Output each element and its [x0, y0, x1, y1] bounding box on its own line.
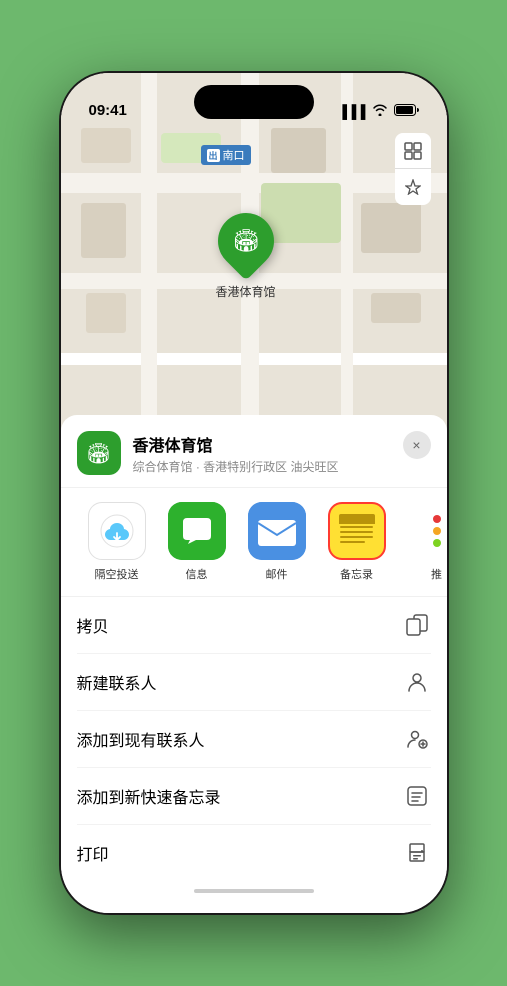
sheet-title-block: 香港体育馆 综合体育馆 · 香港特别行政区 油尖旺区 [133, 432, 431, 475]
action-list: 拷贝 新建联系人 [61, 597, 447, 881]
action-copy[interactable]: 拷贝 [77, 597, 431, 654]
phone-screen: 09:41 ▐▐▐ [61, 73, 447, 913]
status-icons: ▐▐▐ [338, 104, 419, 119]
action-add-existing[interactable]: 添加到现有联系人 [77, 711, 431, 768]
more-label: 推 [431, 566, 442, 582]
status-time: 09:41 [89, 102, 127, 119]
phone-frame: 09:41 ▐▐▐ [59, 71, 449, 915]
battery-icon [394, 104, 419, 119]
stadium-icon: 🏟 [232, 228, 260, 254]
print-label: 打印 [77, 841, 109, 865]
copy-icon [403, 611, 431, 639]
location-button[interactable] [395, 169, 431, 205]
sheet-close-button[interactable]: × [403, 431, 431, 459]
sheet-header: 🏟 香港体育馆 综合体育馆 · 香港特别行政区 油尖旺区 × [61, 415, 447, 488]
notes-icon [328, 502, 386, 560]
action-new-contact[interactable]: 新建联系人 [77, 654, 431, 711]
map-controls [395, 133, 431, 205]
messages-icon [168, 502, 226, 560]
share-row: 隔空投送 信息 [61, 488, 447, 597]
map-direction-label: 出 南口 [201, 145, 251, 165]
stadium-pin: 🏟 香港体育馆 [216, 213, 276, 300]
share-mail[interactable]: 邮件 [237, 502, 317, 582]
notes-label: 备忘录 [340, 566, 373, 582]
share-messages[interactable]: 信息 [157, 502, 237, 582]
new-contact-label: 新建联系人 [77, 670, 157, 694]
bottom-sheet: 🏟 香港体育馆 综合体育馆 · 香港特别行政区 油尖旺区 × [61, 415, 447, 913]
add-existing-label: 添加到现有联系人 [77, 727, 205, 751]
airdrop-icon [88, 502, 146, 560]
mail-label: 邮件 [266, 566, 288, 582]
more-icon [408, 502, 447, 560]
copy-label: 拷贝 [77, 613, 109, 637]
map-view-button[interactable] [395, 133, 431, 169]
print-icon [403, 839, 431, 867]
action-print[interactable]: 打印 [77, 825, 431, 881]
wifi-icon [372, 104, 388, 119]
signal-icon: ▐▐▐ [338, 104, 366, 119]
airdrop-label: 隔空投送 [95, 566, 139, 582]
pin-marker: 🏟 [206, 201, 285, 280]
venue-icon: 🏟 [77, 431, 121, 475]
dynamic-island [194, 85, 314, 119]
share-more[interactable]: 推 [397, 502, 447, 582]
quick-note-label: 添加到新快速备忘录 [77, 784, 221, 808]
share-airdrop[interactable]: 隔空投送 [77, 502, 157, 582]
person-icon [403, 668, 431, 696]
messages-label: 信息 [186, 566, 208, 582]
venue-subtitle: 综合体育馆 · 香港特别行政区 油尖旺区 [133, 458, 431, 475]
home-indicator [61, 881, 447, 893]
mail-icon [248, 502, 306, 560]
action-quick-note[interactable]: 添加到新快速备忘录 [77, 768, 431, 825]
note-icon [403, 782, 431, 810]
share-notes[interactable]: 备忘录 [317, 502, 397, 582]
person-add-icon [403, 725, 431, 753]
venue-name: 香港体育馆 [133, 432, 431, 456]
pin-label: 香港体育馆 [216, 283, 276, 300]
